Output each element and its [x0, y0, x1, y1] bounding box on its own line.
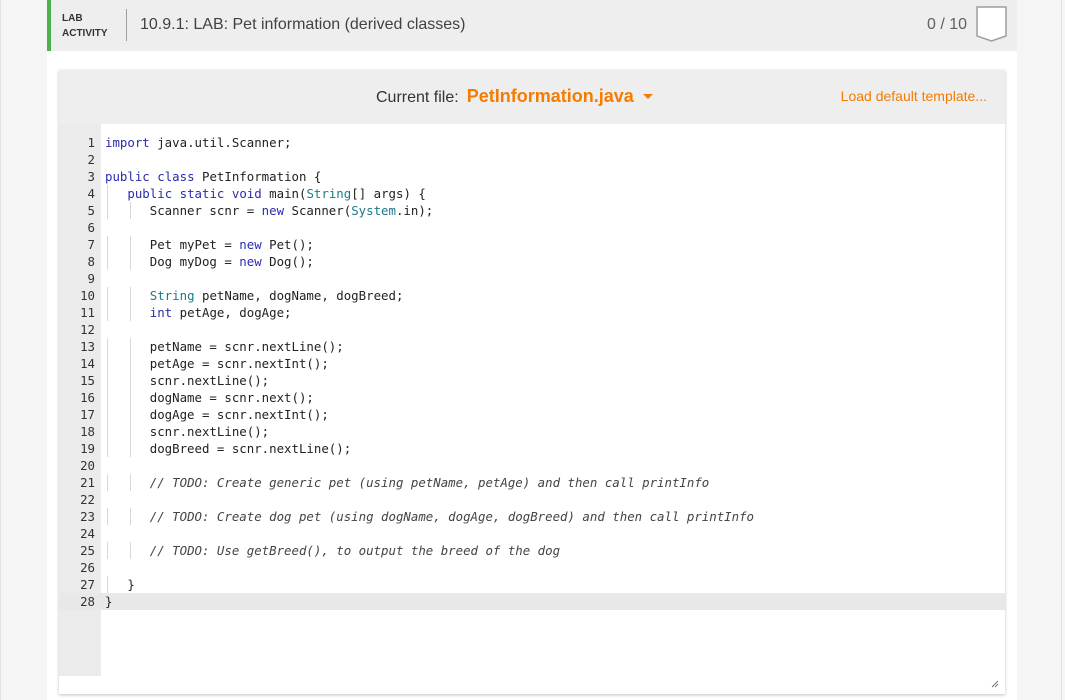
code-line[interactable]: 16 dogName = scnr.next(); — [59, 389, 1005, 406]
code-text: scnr.nextLine(); — [105, 424, 270, 439]
line-number: 23 — [80, 509, 95, 524]
code-line[interactable]: 6 — [59, 219, 1005, 236]
header-divider — [126, 9, 127, 41]
code-text: petAge = scnr.nextInt(); — [105, 356, 329, 371]
line-number: 28 — [80, 594, 95, 609]
code-text: String petName, dogName, dogBreed; — [149, 288, 404, 303]
line-number: 15 — [80, 373, 95, 388]
code-line[interactable]: 10 String petName, dogName, dogBreed; — [59, 287, 1005, 304]
code-lines[interactable]: 1 import java.util.Scanner; 2 3 public class… — [59, 134, 1005, 610]
code-text: import java.util.Scanner; — [105, 135, 292, 150]
line-number: 2 — [87, 152, 95, 167]
editor-toolbar: Current file: PetInformation.java Load d… — [59, 70, 1005, 124]
line-number: 21 — [80, 475, 95, 490]
line-number: 11 — [80, 305, 95, 320]
code-line[interactable]: 12 — [59, 321, 1005, 338]
load-default-template-link[interactable]: Load default template... — [841, 88, 987, 104]
line-number: 12 — [80, 322, 95, 337]
code-text: public static void main(String[] args) { — [127, 186, 426, 201]
code-line[interactable]: 8 Dog myDog = new Dog(); — [59, 253, 1005, 270]
code-line[interactable]: 20 — [59, 457, 1005, 474]
code-line[interactable]: 23 // TODO: Create dog pet (using dogNam… — [59, 508, 1005, 525]
lab-activity-label: LAB ACTIVITY — [62, 13, 108, 39]
completion-badge-icon — [976, 6, 1007, 42]
line-number: 25 — [80, 543, 95, 558]
code-text: // TODO: Use getBreed(), to output the b… — [149, 543, 561, 558]
code-line[interactable]: 9 — [59, 270, 1005, 287]
code-line[interactable]: 4 public static void main(String[] args)… — [59, 185, 1005, 202]
code-text: dogName = scnr.next(); — [105, 390, 314, 405]
line-number: 19 — [80, 441, 95, 456]
code-text: int petAge, dogAge; — [149, 305, 292, 320]
code-text: } — [105, 594, 113, 609]
lab-activity: LAB ACTIVITY 10.9.1: LAB: Pet informatio… — [47, 0, 1017, 700]
code-line[interactable]: 17 dogAge = scnr.nextInt(); — [59, 406, 1005, 423]
current-file-name[interactable]: PetInformation.java — [467, 86, 634, 107]
code-line[interactable]: 13 petName = scnr.nextLine(); — [59, 338, 1005, 355]
line-number: 13 — [80, 339, 95, 354]
code-text: Pet myPet = new Pet(); — [105, 237, 314, 252]
line-number: 4 — [87, 186, 95, 201]
code-line[interactable]: 19 dogBreed = scnr.nextLine(); — [59, 440, 1005, 457]
code-line[interactable]: 11 int petAge, dogAge; — [59, 304, 1005, 321]
page-edge-left — [0, 0, 1, 700]
code-line[interactable]: 14 petAge = scnr.nextInt(); — [59, 355, 1005, 372]
line-number: 24 — [80, 526, 95, 541]
code-line[interactable]: 27 } — [59, 576, 1005, 593]
code-line[interactable]: 7 Pet myPet = new Pet(); — [59, 236, 1005, 253]
line-number: 3 — [87, 169, 95, 184]
code-text: // TODO: Create generic pet (using petNa… — [149, 475, 710, 490]
code-line[interactable]: 3 public class PetInformation { — [59, 168, 1005, 185]
code-line[interactable]: 28} — [59, 593, 1005, 610]
line-number: 22 — [80, 492, 95, 507]
activity-header: LAB ACTIVITY 10.9.1: LAB: Pet informatio… — [47, 0, 1017, 51]
code-line[interactable]: 15 scnr.nextLine(); — [59, 372, 1005, 389]
code-text: // TODO: Create dog pet (using dogName, … — [149, 509, 755, 524]
code-editor[interactable]: 1 import java.util.Scanner; 2 3 public class… — [59, 124, 1005, 694]
code-text: dogAge = scnr.nextInt(); — [105, 407, 329, 422]
code-line[interactable]: 5 Scanner scnr = new Scanner(System.in); — [59, 202, 1005, 219]
line-number: 10 — [80, 288, 95, 303]
code-line[interactable]: 21 // TODO: Create generic pet (using pe… — [59, 474, 1005, 491]
line-number: 17 — [80, 407, 95, 422]
line-number: 1 — [87, 135, 95, 150]
current-file-selector[interactable]: Current file: PetInformation.java — [376, 86, 653, 107]
code-line[interactable]: 22 — [59, 491, 1005, 508]
resize-handle-icon[interactable] — [991, 680, 999, 688]
code-line[interactable]: 2 — [59, 151, 1005, 168]
line-number: 9 — [87, 271, 95, 286]
line-number: 14 — [80, 356, 95, 371]
code-text: public class PetInformation { — [105, 169, 322, 184]
activity-title: 10.9.1: LAB: Pet information (derived cl… — [140, 16, 466, 33]
line-number: 26 — [80, 560, 95, 575]
code-line[interactable]: 24 — [59, 525, 1005, 542]
code-editor-panel: Current file: PetInformation.java Load d… — [59, 70, 1005, 694]
line-number: 20 — [80, 458, 95, 473]
line-number: 8 — [87, 254, 95, 269]
line-number: 7 — [87, 237, 95, 252]
line-number: 27 — [80, 577, 95, 592]
code-line[interactable]: 26 — [59, 559, 1005, 576]
code-line[interactable]: 25 // TODO: Use getBreed(), to output th… — [59, 542, 1005, 559]
line-number: 18 — [80, 424, 95, 439]
chevron-down-icon[interactable] — [642, 94, 653, 99]
page-edge-right — [1061, 0, 1062, 700]
code-text: Dog myDog = new Dog(); — [105, 254, 314, 269]
code-line[interactable]: 18 scnr.nextLine(); — [59, 423, 1005, 440]
code-text: } — [105, 577, 135, 592]
code-text: scnr.nextLine(); — [105, 373, 270, 388]
code-text: Scanner scnr = new Scanner(System.in); — [105, 203, 434, 218]
score-display: 0 / 10 — [926, 16, 967, 33]
code-text: petName = scnr.nextLine(); — [105, 339, 344, 354]
line-number: 6 — [87, 220, 95, 235]
line-number: 5 — [87, 203, 95, 218]
line-number: 16 — [80, 390, 95, 405]
code-line[interactable]: 1 import java.util.Scanner; — [59, 134, 1005, 151]
code-text: dogBreed = scnr.nextLine(); — [105, 441, 352, 456]
current-file-label: Current file: — [376, 89, 459, 106]
